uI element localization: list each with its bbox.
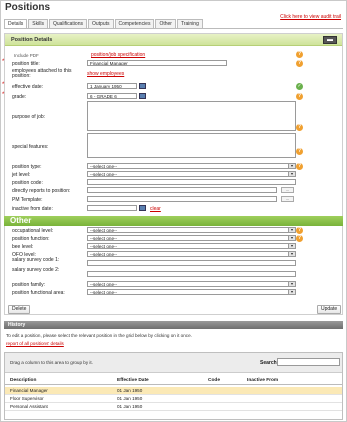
salary-survey-2-input[interactable] (87, 271, 296, 277)
ofo-level-select[interactable]: --select one-- ▾ (87, 251, 296, 257)
page-title: Positions (5, 2, 51, 13)
position-family-select[interactable]: --select one-- ▾ (87, 281, 296, 287)
chevron-down-icon: ▾ (288, 172, 295, 176)
history-header: History (4, 321, 343, 329)
pm-template-input[interactable] (87, 196, 277, 202)
pm-template-lookup-button[interactable]: … (281, 196, 294, 202)
position-function-select[interactable]: --select one-- ▾ (87, 235, 296, 241)
group-by-bar: Drag a column to this area to group by i… (5, 353, 342, 373)
position-type-select[interactable]: --select one-- ▾ (87, 163, 296, 169)
grade-select[interactable]: 6 - GRADE 6 (87, 93, 137, 99)
check-icon: ✓ (296, 83, 303, 90)
tab-competencies[interactable]: Competencies (114, 19, 155, 28)
position-functional-area-select[interactable]: --select one-- ▾ (87, 289, 296, 295)
purpose-label: purpose of job: (12, 114, 46, 120)
update-button[interactable]: Update (317, 305, 342, 314)
reports-to-input[interactable] (87, 187, 277, 193)
info-icon[interactable]: ? (296, 163, 303, 170)
table-row[interactable]: Financial Manager 01 Jan 1950 (5, 387, 342, 395)
position-title-label: position title: (12, 61, 40, 67)
column-description[interactable]: Description (10, 378, 36, 383)
show-employees-link[interactable]: show employees (87, 71, 124, 77)
info-icon[interactable]: ? (296, 148, 303, 155)
inactive-from-input[interactable] (87, 205, 137, 211)
tab-qualifications[interactable]: Qualifications (48, 19, 87, 28)
jet-level-select[interactable]: --select one-- ▾ (87, 171, 296, 177)
tab-bar: Details Skills Qualifications Outputs Co… (4, 19, 204, 29)
calendar-icon[interactable] (139, 83, 146, 89)
grade-lookup-icon[interactable] (139, 93, 146, 99)
panel-header: Position Details ▬ (5, 34, 342, 46)
tab-divider (4, 28, 343, 29)
info-icon[interactable]: ? (296, 93, 303, 100)
report-link[interactable]: report of all positions' details (6, 341, 64, 346)
salary-survey-2-label: salary survey code 2: (12, 267, 60, 273)
bee-level-select[interactable]: --select one-- ▾ (87, 243, 296, 249)
position-code-input[interactable] (87, 179, 296, 185)
chevron-down-icon: ▾ (288, 236, 295, 240)
inactive-from-label: inactive from date: (12, 206, 53, 212)
search-label: Search: (260, 360, 279, 366)
chevron-down-icon: ▾ (288, 228, 295, 232)
special-features-textarea[interactable] (87, 133, 296, 158)
position-function-label: position function: (12, 236, 50, 242)
position-type-label: position type: (12, 164, 42, 170)
occupational-level-select[interactable]: --select one-- ▾ (87, 227, 296, 233)
calendar-icon[interactable] (139, 205, 146, 211)
bee-level-label: bee level: (12, 244, 34, 250)
directly-reports-label: directly reports to position: (12, 188, 71, 194)
employees-attached-label: employees attached to this position: (12, 68, 72, 79)
special-features-label: special features: (12, 144, 49, 150)
collapse-icon[interactable]: ▬ (323, 36, 337, 44)
drag-hint: Drag a column to this area to group by i… (10, 360, 93, 365)
search-input[interactable] (277, 358, 340, 366)
info-icon[interactable]: ? (296, 124, 303, 131)
info-icon[interactable]: ? (296, 227, 303, 234)
job-spec-link[interactable]: position/job specification (91, 52, 145, 58)
position-code-label: position code: (12, 180, 43, 186)
position-functional-area-label: position functional area: (12, 290, 65, 296)
chevron-down-icon: ▾ (288, 290, 295, 294)
effective-date-label: effective date: (12, 84, 44, 90)
delete-button[interactable]: Delete (8, 305, 31, 314)
panel-title: Position Details (11, 37, 53, 43)
tab-skills[interactable]: Skills (28, 19, 48, 28)
clear-link[interactable]: clear (150, 206, 161, 212)
info-icon[interactable]: ? (296, 235, 303, 242)
salary-survey-1-input[interactable] (87, 260, 296, 266)
effective-date-input[interactable]: 1 January 1950 (87, 83, 137, 89)
column-inactive-from[interactable]: Inactive From (247, 378, 278, 383)
grade-label: grade: (12, 94, 27, 100)
tab-training[interactable]: Training (176, 19, 203, 28)
jet-level-label: jet level: (12, 172, 31, 178)
info-icon[interactable]: ? (296, 60, 303, 67)
column-code[interactable]: Code (208, 378, 220, 383)
purpose-textarea[interactable] (87, 101, 296, 131)
include-pdf-label: Include PDF (14, 53, 39, 58)
position-title-input[interactable]: Financial Manager (87, 60, 227, 66)
salary-survey-1-label: salary survey code 1: (12, 257, 60, 263)
chevron-down-icon: ▾ (288, 244, 295, 248)
chevron-down-icon: ▾ (288, 164, 295, 168)
pm-template-label: PM Template: (12, 197, 43, 203)
history-note: To edit a position, please select the re… (6, 333, 192, 338)
info-icon[interactable]: ? (296, 51, 303, 58)
chevron-down-icon: ▾ (288, 282, 295, 286)
history-grid: Drag a column to this area to group by i… (4, 352, 343, 420)
tab-outputs[interactable]: Outputs (87, 19, 114, 28)
occupational-level-label: occupational level: (12, 228, 54, 234)
reports-to-lookup-button[interactable]: … (281, 187, 294, 193)
table-row[interactable]: Personal Assistant 01 Jan 1950 (5, 403, 342, 411)
tab-other[interactable]: Other (155, 19, 176, 28)
audit-trail-link[interactable]: Click here to view audit trail (280, 14, 341, 20)
chevron-down-icon: ▾ (288, 252, 295, 256)
grid-header: Description Effective Date Code Inactive… (5, 377, 342, 385)
other-section-header: Other (4, 216, 343, 226)
position-family-label: position family: (12, 282, 46, 288)
column-effective-date[interactable]: Effective Date (117, 378, 149, 383)
table-row[interactable]: Floor Supervisor 01 Jan 1950 (5, 395, 342, 403)
